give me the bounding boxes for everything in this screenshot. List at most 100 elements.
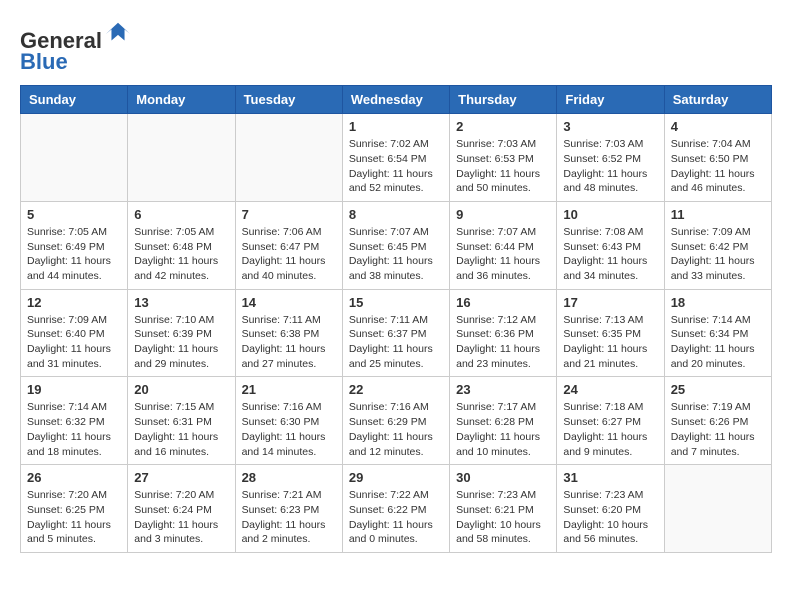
weekday-wednesday: Wednesday: [342, 86, 449, 114]
day-cell: [235, 114, 342, 202]
weekday-header-row: SundayMondayTuesdayWednesdayThursdayFrid…: [21, 86, 772, 114]
day-cell: 5 Sunrise: 7:05 AM Sunset: 6:49 PM Daylig…: [21, 201, 128, 289]
day-number: 24: [563, 382, 657, 397]
day-info: Sunrise: 7:22 AM Sunset: 6:22 PM Dayligh…: [349, 488, 443, 547]
day-cell: 19 Sunrise: 7:14 AM Sunset: 6:32 PM Dayli…: [21, 377, 128, 465]
day-number: 9: [456, 207, 550, 222]
weekday-sunday: Sunday: [21, 86, 128, 114]
day-info: Sunrise: 7:20 AM Sunset: 6:25 PM Dayligh…: [27, 488, 121, 547]
day-info: Sunrise: 7:17 AM Sunset: 6:28 PM Dayligh…: [456, 400, 550, 459]
day-number: 28: [242, 470, 336, 485]
day-cell: 18 Sunrise: 7:14 AM Sunset: 6:34 PM Dayli…: [664, 289, 771, 377]
day-cell: [128, 114, 235, 202]
day-info: Sunrise: 7:05 AM Sunset: 6:48 PM Dayligh…: [134, 225, 228, 284]
day-cell: 8 Sunrise: 7:07 AM Sunset: 6:45 PM Daylig…: [342, 201, 449, 289]
day-cell: 2 Sunrise: 7:03 AM Sunset: 6:53 PM Daylig…: [450, 114, 557, 202]
day-cell: 1 Sunrise: 7:02 AM Sunset: 6:54 PM Daylig…: [342, 114, 449, 202]
day-cell: 31 Sunrise: 7:23 AM Sunset: 6:20 PM Dayli…: [557, 465, 664, 553]
week-row-5: 26 Sunrise: 7:20 AM Sunset: 6:25 PM Dayli…: [21, 465, 772, 553]
day-cell: 14Sunrise: 7:11 AM Sunset: 6:38 PM Dayli…: [235, 289, 342, 377]
day-info: Sunrise: 7:02 AM Sunset: 6:54 PM Dayligh…: [349, 137, 443, 196]
weekday-thursday: Thursday: [450, 86, 557, 114]
weekday-friday: Friday: [557, 86, 664, 114]
week-row-4: 19 Sunrise: 7:14 AM Sunset: 6:32 PM Dayli…: [21, 377, 772, 465]
day-cell: 4 Sunrise: 7:04 AM Sunset: 6:50 PM Daylig…: [664, 114, 771, 202]
day-number: 5: [27, 207, 121, 222]
week-row-2: 5 Sunrise: 7:05 AM Sunset: 6:49 PM Daylig…: [21, 201, 772, 289]
day-info: Sunrise: 7:16 AM Sunset: 6:29 PM Dayligh…: [349, 400, 443, 459]
day-number: 19: [27, 382, 121, 397]
logo: General Blue: [20, 20, 132, 75]
day-info: Sunrise: 7:13 AM Sunset: 6:35 PM Dayligh…: [563, 313, 657, 372]
day-cell: 3Sunrise: 7:03 AM Sunset: 6:52 PM Daylig…: [557, 114, 664, 202]
day-number: 23: [456, 382, 550, 397]
day-info: Sunrise: 7:21 AM Sunset: 6:23 PM Dayligh…: [242, 488, 336, 547]
day-cell: 6Sunrise: 7:05 AM Sunset: 6:48 PM Daylig…: [128, 201, 235, 289]
day-cell: 30 Sunrise: 7:23 AM Sunset: 6:21 PM Dayli…: [450, 465, 557, 553]
day-number: 27: [134, 470, 228, 485]
day-info: Sunrise: 7:19 AM Sunset: 6:26 PM Dayligh…: [671, 400, 765, 459]
day-info: Sunrise: 7:11 AM Sunset: 6:38 PM Dayligh…: [242, 313, 336, 372]
day-cell: 22 Sunrise: 7:16 AM Sunset: 6:29 PM Dayli…: [342, 377, 449, 465]
day-cell: 29 Sunrise: 7:22 AM Sunset: 6:22 PM Dayli…: [342, 465, 449, 553]
day-number: 31: [563, 470, 657, 485]
day-number: 4: [671, 119, 765, 134]
week-row-3: 12 Sunrise: 7:09 AM Sunset: 6:40 PM Dayli…: [21, 289, 772, 377]
day-number: 18: [671, 295, 765, 310]
day-number: 2: [456, 119, 550, 134]
day-number: 15: [349, 295, 443, 310]
day-number: 30: [456, 470, 550, 485]
day-cell: 25 Sunrise: 7:19 AM Sunset: 6:26 PM Dayli…: [664, 377, 771, 465]
day-cell: 13 Sunrise: 7:10 AM Sunset: 6:39 PM Dayli…: [128, 289, 235, 377]
day-info: Sunrise: 7:03 AM Sunset: 6:53 PM Dayligh…: [456, 137, 550, 196]
day-cell: 26 Sunrise: 7:20 AM Sunset: 6:25 PM Dayli…: [21, 465, 128, 553]
day-number: 12: [27, 295, 121, 310]
day-cell: 11Sunrise: 7:09 AM Sunset: 6:42 PM Dayli…: [664, 201, 771, 289]
day-info: Sunrise: 7:23 AM Sunset: 6:21 PM Dayligh…: [456, 488, 550, 547]
day-info: Sunrise: 7:07 AM Sunset: 6:44 PM Dayligh…: [456, 225, 550, 284]
day-number: 17: [563, 295, 657, 310]
day-number: 1: [349, 119, 443, 134]
day-number: 10: [563, 207, 657, 222]
day-info: Sunrise: 7:07 AM Sunset: 6:45 PM Dayligh…: [349, 225, 443, 284]
weekday-monday: Monday: [128, 86, 235, 114]
day-info: Sunrise: 7:09 AM Sunset: 6:40 PM Dayligh…: [27, 313, 121, 372]
day-number: 21: [242, 382, 336, 397]
day-info: Sunrise: 7:09 AM Sunset: 6:42 PM Dayligh…: [671, 225, 765, 284]
day-number: 29: [349, 470, 443, 485]
day-info: Sunrise: 7:16 AM Sunset: 6:30 PM Dayligh…: [242, 400, 336, 459]
day-info: Sunrise: 7:20 AM Sunset: 6:24 PM Dayligh…: [134, 488, 228, 547]
day-cell: 23 Sunrise: 7:17 AM Sunset: 6:28 PM Dayli…: [450, 377, 557, 465]
day-info: Sunrise: 7:06 AM Sunset: 6:47 PM Dayligh…: [242, 225, 336, 284]
day-info: Sunrise: 7:08 AM Sunset: 6:43 PM Dayligh…: [563, 225, 657, 284]
day-number: 8: [349, 207, 443, 222]
day-cell: 7Sunrise: 7:06 AM Sunset: 6:47 PM Daylig…: [235, 201, 342, 289]
day-info: Sunrise: 7:05 AM Sunset: 6:49 PM Dayligh…: [27, 225, 121, 284]
day-info: Sunrise: 7:23 AM Sunset: 6:20 PM Dayligh…: [563, 488, 657, 547]
day-cell: [664, 465, 771, 553]
day-info: Sunrise: 7:11 AM Sunset: 6:37 PM Dayligh…: [349, 313, 443, 372]
day-info: Sunrise: 7:15 AM Sunset: 6:31 PM Dayligh…: [134, 400, 228, 459]
day-number: 26: [27, 470, 121, 485]
logo-bird-icon: [104, 20, 132, 48]
week-row-1: 1 Sunrise: 7:02 AM Sunset: 6:54 PM Daylig…: [21, 114, 772, 202]
day-number: 25: [671, 382, 765, 397]
day-number: 22: [349, 382, 443, 397]
page-header: General Blue: [20, 20, 772, 75]
day-cell: 15 Sunrise: 7:11 AM Sunset: 6:37 PM Dayli…: [342, 289, 449, 377]
day-cell: [21, 114, 128, 202]
day-info: Sunrise: 7:14 AM Sunset: 6:34 PM Dayligh…: [671, 313, 765, 372]
calendar-table: SundayMondayTuesdayWednesdayThursdayFrid…: [20, 85, 772, 553]
day-number: 13: [134, 295, 228, 310]
day-cell: 20Sunrise: 7:15 AM Sunset: 6:31 PM Dayli…: [128, 377, 235, 465]
day-info: Sunrise: 7:14 AM Sunset: 6:32 PM Dayligh…: [27, 400, 121, 459]
day-cell: 24 Sunrise: 7:18 AM Sunset: 6:27 PM Dayli…: [557, 377, 664, 465]
day-info: Sunrise: 7:10 AM Sunset: 6:39 PM Dayligh…: [134, 313, 228, 372]
day-info: Sunrise: 7:04 AM Sunset: 6:50 PM Dayligh…: [671, 137, 765, 196]
day-cell: 27 Sunrise: 7:20 AM Sunset: 6:24 PM Dayli…: [128, 465, 235, 553]
day-cell: 28 Sunrise: 7:21 AM Sunset: 6:23 PM Dayli…: [235, 465, 342, 553]
weekday-tuesday: Tuesday: [235, 86, 342, 114]
day-cell: 9 Sunrise: 7:07 AM Sunset: 6:44 PM Daylig…: [450, 201, 557, 289]
day-info: Sunrise: 7:18 AM Sunset: 6:27 PM Dayligh…: [563, 400, 657, 459]
day-cell: 21 Sunrise: 7:16 AM Sunset: 6:30 PM Dayli…: [235, 377, 342, 465]
